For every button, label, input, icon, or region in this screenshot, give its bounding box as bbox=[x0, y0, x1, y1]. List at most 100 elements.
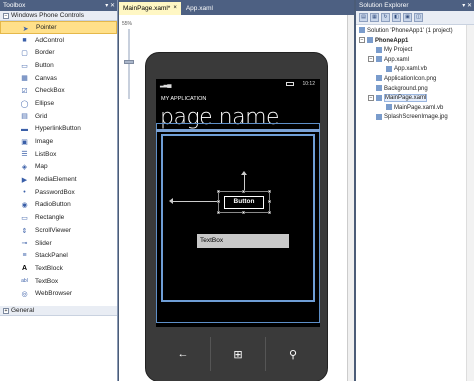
toolbox-item-hyperlinkbutton[interactable]: ▬ HyperlinkButton bbox=[0, 123, 117, 136]
toolbox-general-label: General bbox=[11, 306, 35, 314]
webbrowser-icon: ◎ bbox=[21, 290, 28, 298]
view-code-icon[interactable]: ◧ bbox=[392, 13, 401, 22]
panel-controls-icon[interactable]: ▾ ✕ bbox=[462, 1, 472, 12]
solution-explorer-toolbar: ▤ ▦ ↻ ◧ ▣ ◫ bbox=[356, 11, 474, 25]
collapse-icon[interactable]: − bbox=[368, 94, 374, 101]
toolbox-item-slider[interactable]: ⊸ Slider bbox=[0, 237, 117, 250]
toolbox-item-label: CheckBox bbox=[35, 87, 65, 95]
resize-handle[interactable] bbox=[217, 190, 220, 193]
toolbox-item-button[interactable]: ▭ Button bbox=[0, 59, 117, 72]
tree-item-background[interactable]: Background.png bbox=[356, 84, 474, 95]
search-icon[interactable]: ⚲ bbox=[266, 337, 320, 371]
windows-start-icon[interactable]: ⊞ bbox=[211, 337, 266, 371]
phone-screen[interactable]: ▂▃▄ 10:12 MY APPLICATION page name Butto… bbox=[156, 79, 320, 327]
toolbox-item-label: Rectangle bbox=[35, 214, 65, 222]
refresh-icon[interactable]: ↻ bbox=[381, 13, 390, 22]
tree-item-application-icon[interactable]: ApplicationIcon.png bbox=[356, 75, 474, 85]
tree-item-mainpage-xaml-vb[interactable]: MainPage.xaml.vb bbox=[356, 104, 474, 114]
toolbox-title-bar: Toolbox ▾ ✕ bbox=[0, 0, 117, 11]
toolbox-item-listbox[interactable]: ☰ ListBox bbox=[0, 148, 117, 161]
close-icon[interactable]: × bbox=[173, 2, 177, 15]
toolbox-item-image[interactable]: ▣ Image bbox=[0, 135, 117, 148]
toolbox-item-canvas[interactable]: ▦ Canvas bbox=[0, 72, 117, 85]
toolbox-item-ellipse[interactable]: ◯ Ellipse bbox=[0, 97, 117, 110]
show-all-files-icon[interactable]: ▦ bbox=[370, 13, 379, 22]
zoom-track[interactable] bbox=[128, 29, 130, 99]
tree-item-solution[interactable]: Solution 'PhoneApp1' (1 project) bbox=[356, 27, 474, 37]
adcontrol-icon: ■ bbox=[22, 36, 27, 44]
properties-icon[interactable]: ▤ bbox=[359, 13, 368, 22]
toolbox-item-label: AdControl bbox=[35, 36, 64, 44]
toolbox-item-rectangle[interactable]: ▭ Rectangle bbox=[0, 211, 117, 224]
toolbox-item-label: Slider bbox=[35, 239, 52, 247]
view-designer-icon[interactable]: ▣ bbox=[403, 13, 412, 22]
tree-item-app-xaml[interactable]: − App.xaml bbox=[356, 56, 474, 66]
tab-mainpage[interactable]: MainPage.xaml* × bbox=[119, 2, 181, 15]
toolbox-item-label: TextBlock bbox=[35, 264, 63, 272]
textblock-icon: A bbox=[21, 265, 28, 273]
tab-app[interactable]: App.xaml bbox=[182, 2, 217, 15]
designer-scrollbar[interactable] bbox=[347, 15, 354, 381]
back-icon[interactable]: ← bbox=[156, 337, 211, 371]
toolbox-item-textblock[interactable]: A TextBlock bbox=[0, 262, 117, 275]
toolbox-item-mediaelement[interactable]: ▶ MediaElement bbox=[0, 173, 117, 186]
resize-handle[interactable] bbox=[268, 190, 271, 193]
status-bar: ▂▃▄ 10:12 bbox=[156, 79, 320, 91]
tree-item-project[interactable]: − PhoneApp1 bbox=[356, 37, 474, 47]
design-canvas[interactable]: 55% ▂▃▄ 10:12 MY APPLICATION page name B… bbox=[119, 15, 354, 381]
resize-handle[interactable] bbox=[268, 211, 271, 214]
toolbox-item-pointer[interactable]: ➤ Pointer bbox=[0, 21, 117, 34]
vb-file-icon bbox=[386, 104, 392, 111]
tab-label: MainPage.xaml* bbox=[123, 5, 171, 12]
collapse-icon[interactable]: − bbox=[359, 37, 365, 44]
tree-item-label: My Project bbox=[384, 47, 413, 54]
toolbox-group-general[interactable]: + General bbox=[0, 306, 117, 316]
toolbox-group-header[interactable]: − Windows Phone Controls bbox=[0, 11, 117, 21]
collapse-icon[interactable]: − bbox=[368, 56, 374, 63]
resize-handle[interactable] bbox=[242, 190, 245, 193]
phone-button[interactable]: Button bbox=[224, 196, 264, 209]
toolbox-item-map[interactable]: ◈ Map bbox=[0, 161, 117, 174]
document-tabs: MainPage.xaml* × App.xaml bbox=[119, 0, 354, 15]
toolbox-item-scrollviewer[interactable]: ⇕ ScrollViewer bbox=[0, 224, 117, 237]
zoom-slider[interactable]: 55% bbox=[122, 20, 136, 100]
toolbox-item-textbox[interactable]: abl TextBox bbox=[0, 275, 117, 288]
tree-item-splashscreen[interactable]: SplashScreenImage.jpg bbox=[356, 113, 474, 123]
resize-handle[interactable] bbox=[217, 200, 220, 203]
margin-arrow-top bbox=[241, 171, 247, 191]
xaml-file-icon bbox=[376, 56, 382, 63]
toolbox-list: ➤ Pointer ■ AdControl ▢ Border ▭ Button ▦ Can… bbox=[0, 21, 117, 300]
grid-ruler[interactable] bbox=[156, 129, 320, 132]
application-title[interactable]: MY APPLICATION bbox=[161, 96, 206, 102]
solution-icon bbox=[359, 27, 365, 34]
collapse-icon[interactable]: − bbox=[3, 12, 9, 19]
toolbox-item-webbrowser[interactable]: ◎ WebBrowser bbox=[0, 287, 117, 300]
expand-icon[interactable]: + bbox=[3, 307, 9, 314]
toolbox-item-border[interactable]: ▢ Border bbox=[0, 46, 117, 59]
content-panel[interactable] bbox=[161, 134, 315, 302]
stackpanel-icon: ≡ bbox=[22, 252, 27, 260]
class-diagram-icon[interactable]: ◫ bbox=[414, 13, 423, 22]
solution-explorer-title: Solution Explorer bbox=[359, 2, 409, 9]
panel-controls-icon[interactable]: ▾ ✕ bbox=[105, 1, 115, 12]
toolbox-item-checkbox[interactable]: ☑ CheckBox bbox=[0, 84, 117, 97]
tree-item-my-project[interactable]: My Project bbox=[356, 46, 474, 56]
toolbox-item-passwordbox[interactable]: • PasswordBox bbox=[0, 186, 117, 199]
tree-item-app-xaml-vb[interactable]: App.xaml.vb bbox=[356, 65, 474, 75]
phone-textbox[interactable]: TextBox bbox=[197, 234, 289, 248]
toolbox-item-grid[interactable]: ▤ Grid bbox=[0, 110, 117, 123]
solution-explorer-panel: Solution Explorer ▾ ✕ ▤ ▦ ↻ ◧ ▣ ◫ Soluti… bbox=[356, 0, 474, 381]
image-file-icon bbox=[376, 84, 382, 91]
resize-handle[interactable] bbox=[217, 211, 220, 214]
toolbox-item-label: Pointer bbox=[36, 23, 57, 31]
toolbox-item-radiobutton[interactable]: ◉ RadioButton bbox=[0, 199, 117, 212]
zoom-thumb[interactable] bbox=[124, 60, 134, 64]
tree-item-mainpage-xaml[interactable]: − MainPage.xaml bbox=[356, 94, 474, 104]
solution-explorer-scrollbar[interactable] bbox=[466, 25, 474, 381]
toolbox-item-stackpanel[interactable]: ≡ StackPanel bbox=[0, 249, 117, 262]
resize-handle[interactable] bbox=[268, 200, 271, 203]
toolbox-item-label: StackPanel bbox=[35, 252, 68, 260]
resize-handle[interactable] bbox=[242, 211, 245, 214]
xaml-file-icon bbox=[376, 94, 382, 101]
toolbox-item-adcontrol[interactable]: ■ AdControl bbox=[0, 34, 117, 47]
